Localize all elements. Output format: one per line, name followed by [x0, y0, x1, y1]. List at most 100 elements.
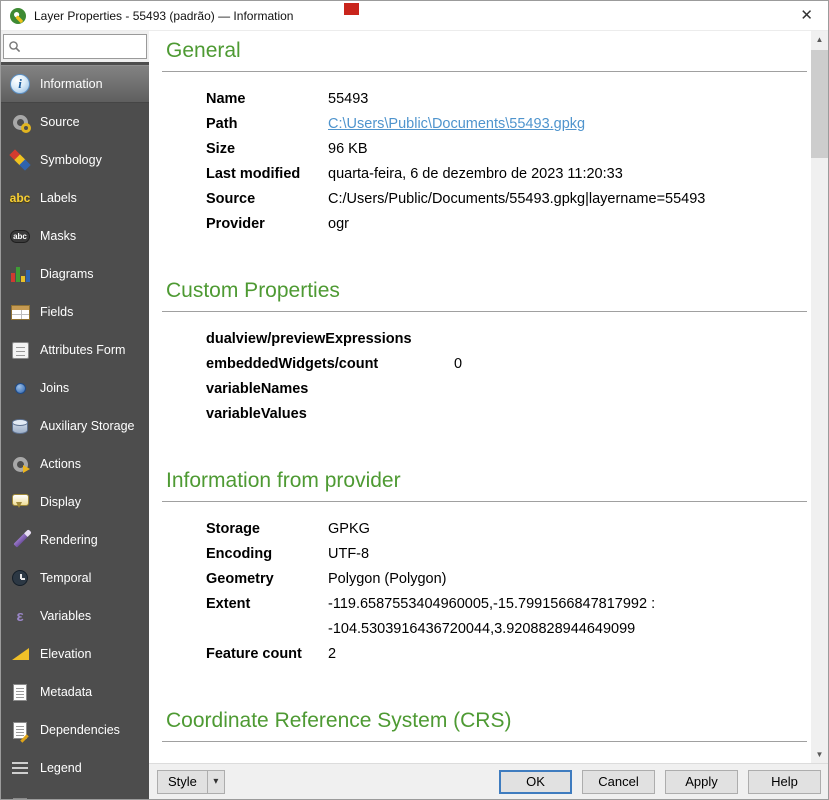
row-path: Path C:\Users\Public\Documents\55493.gpk… [206, 112, 799, 137]
row-variable-values: variableValues [206, 402, 799, 427]
section-custom-properties: Custom Properties dualview/previewExpres… [166, 279, 799, 427]
row-label: Encoding [206, 542, 328, 567]
attributes-form-icon [8, 338, 32, 362]
scroll-thumb[interactable] [811, 50, 828, 158]
sidebar-item-source[interactable]: Source [1, 103, 149, 141]
sidebar-item-variables[interactable]: Variables [1, 597, 149, 635]
window-title: Layer Properties - 55493 (padrão) — Info… [34, 9, 293, 23]
sidebar-item-attributes-form[interactable]: Attributes Form [1, 331, 149, 369]
masks-icon [8, 224, 32, 248]
row-value: quarta-feira, 6 de dezembro de 2023 11:2… [328, 162, 623, 187]
legend-icon [8, 756, 32, 780]
sidebar-item-diagrams[interactable]: Diagrams [1, 255, 149, 293]
sidebar-item-information[interactable]: Information [1, 65, 149, 103]
sidebar-search-input[interactable] [4, 35, 146, 58]
cancel-button[interactable]: Cancel [582, 770, 655, 794]
sidebar-item-qgis-server[interactable]: QGIS Server [1, 787, 149, 799]
sidebar-item-symbology[interactable]: Symbology [1, 141, 149, 179]
sidebar-item-elevation[interactable]: Elevation [1, 635, 149, 673]
button-bar: Style OK Cancel Apply Help [149, 763, 828, 799]
sidebar-item-label: Diagrams [40, 267, 94, 281]
row-label: Last modified [206, 162, 328, 187]
scroll-up-button[interactable] [811, 31, 828, 48]
row-dualview-preview-expressions: dualview/previewExpressions [206, 327, 799, 352]
sidebar-item-label: Auxiliary Storage [40, 419, 135, 433]
dependencies-icon [8, 718, 32, 742]
row-extent: Extent -119.6587553404960005,-15.7991566… [206, 592, 799, 642]
row-label: dualview/previewExpressions [206, 327, 454, 352]
close-button[interactable]: ✕ [795, 6, 818, 25]
section-title: Coordinate Reference System (CRS) [166, 709, 799, 733]
row-label: embeddedWidgets/count [206, 352, 454, 377]
row-size: Size 96 KB [206, 137, 799, 162]
sidebar-item-metadata[interactable]: Metadata [1, 673, 149, 711]
sidebar-item-label: Source [40, 115, 80, 129]
row-label: Geometry [206, 567, 328, 592]
sidebar-item-label: Metadata [40, 685, 92, 699]
path-link[interactable]: C:\Users\Public\Documents\55493.gpkg [328, 116, 585, 132]
source-icon [8, 110, 32, 134]
content-scrollbar[interactable] [811, 31, 828, 763]
apply-button[interactable]: Apply [665, 770, 738, 794]
sidebar-item-label: Labels [40, 191, 77, 205]
symbology-icon [8, 148, 32, 172]
rendering-icon [8, 528, 32, 552]
divider [162, 311, 807, 312]
row-provider: Provider ogr [206, 212, 799, 237]
temporal-icon [8, 566, 32, 590]
divider [162, 501, 807, 502]
display-icon [8, 490, 32, 514]
sidebar-item-label: Display [40, 495, 81, 509]
row-last-modified: Last modified quarta-feira, 6 de dezembr… [206, 162, 799, 187]
dialog-body: Information Source Symbology Labels Mask [1, 31, 828, 799]
row-label: Provider [206, 212, 328, 237]
sidebar-item-label: Symbology [40, 153, 102, 167]
sidebar-item-label: Legend [40, 761, 82, 775]
sidebar: Information Source Symbology Labels Mask [1, 31, 149, 799]
section-title: Custom Properties [166, 279, 799, 303]
sidebar-item-label: Variables [40, 609, 91, 623]
sidebar-item-legend[interactable]: Legend [1, 749, 149, 787]
sidebar-item-labels[interactable]: Labels [1, 179, 149, 217]
sidebar-item-joins[interactable]: Joins [1, 369, 149, 407]
sidebar-item-display[interactable]: Display [1, 483, 149, 521]
section-crs: Coordinate Reference System (CRS) [166, 709, 799, 742]
row-label: variableValues [206, 402, 454, 427]
style-button[interactable]: Style [157, 770, 207, 794]
metadata-icon [8, 680, 32, 704]
row-label: Extent [206, 592, 328, 617]
actions-icon [8, 452, 32, 476]
row-value: UTF-8 [328, 542, 369, 567]
sidebar-item-rendering[interactable]: Rendering [1, 521, 149, 559]
sidebar-item-dependencies[interactable]: Dependencies [1, 711, 149, 749]
sidebar-item-actions[interactable]: Actions [1, 445, 149, 483]
fields-icon [8, 300, 32, 324]
sidebar-search-box [3, 34, 147, 59]
ok-button[interactable]: OK [499, 770, 572, 794]
sidebar-item-label: Elevation [40, 647, 91, 661]
sidebar-item-auxiliary-storage[interactable]: Auxiliary Storage [1, 407, 149, 445]
information-page: General Name 55493 Path C:\Users\Public\… [149, 31, 811, 763]
row-label: Storage [206, 517, 328, 542]
sidebar-item-temporal[interactable]: Temporal [1, 559, 149, 597]
general-table: Name 55493 Path C:\Users\Public\Document… [206, 87, 799, 237]
content-panel: General Name 55493 Path C:\Users\Public\… [149, 31, 828, 763]
scroll-down-button[interactable] [811, 746, 828, 763]
labels-icon [8, 186, 32, 210]
row-variable-names: variableNames [206, 377, 799, 402]
row-source: Source C:/Users/Public/Documents/55493.g… [206, 187, 799, 212]
provider-table: Storage GPKG Encoding UTF-8 Geometry Pol… [206, 517, 799, 667]
row-value: Polygon (Polygon) [328, 567, 447, 592]
help-button[interactable]: Help [748, 770, 821, 794]
row-embedded-widgets-count: embeddedWidgets/count 0 [206, 352, 799, 377]
variables-icon [8, 604, 32, 628]
sidebar-item-masks[interactable]: Masks [1, 217, 149, 255]
row-label: Path [206, 112, 328, 137]
sidebar-item-fields[interactable]: Fields [1, 293, 149, 331]
sidebar-item-label: Fields [40, 305, 73, 319]
divider [162, 741, 807, 742]
row-value: 2 [328, 642, 336, 667]
style-dropdown-arrow[interactable] [207, 770, 225, 794]
row-label: Name [206, 87, 328, 112]
sidebar-item-label: Temporal [40, 571, 91, 585]
